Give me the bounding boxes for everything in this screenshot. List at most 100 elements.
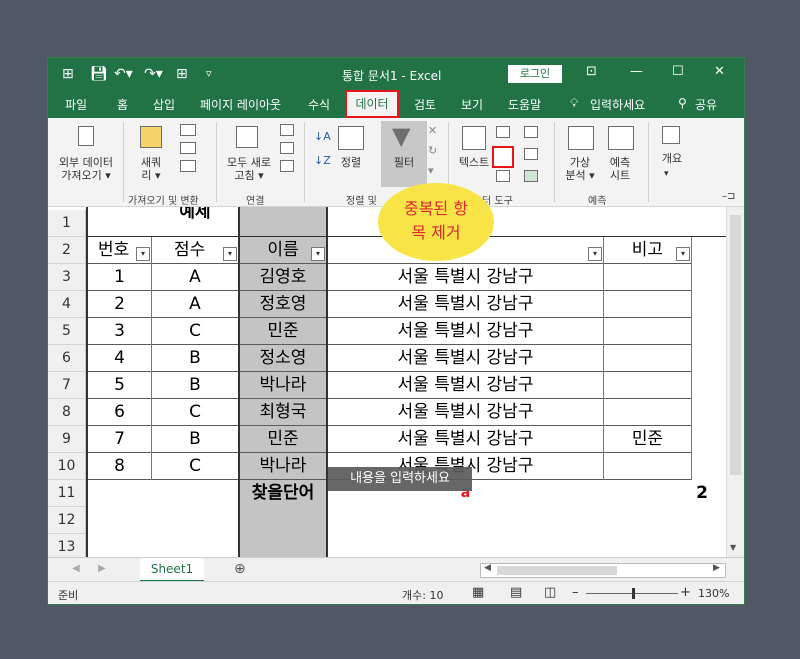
table-cell[interactable]: 민준 <box>240 426 326 453</box>
row-header-10[interactable]: 10 <box>48 453 86 480</box>
table-cell[interactable] <box>604 264 691 291</box>
add-sheet-icon[interactable]: ⊕ <box>234 561 246 577</box>
table-cell[interactable]: 서울 특별시 강남구 <box>328 399 603 426</box>
redo-icon[interactable]: ↷▾ <box>144 66 163 82</box>
table-cell[interactable]: 2 <box>88 291 151 318</box>
text-to-columns-button[interactable]: 텍스트 <box>456 156 492 169</box>
table-cell[interactable]: 1 <box>88 264 151 291</box>
outline-button[interactable]: 개요 <box>656 152 688 165</box>
manage-data-model-icon[interactable] <box>524 170 538 182</box>
new-query-button[interactable]: 새쿼 리 ▾ <box>136 156 166 182</box>
qat-customize-icon[interactable]: ▿ <box>206 67 212 80</box>
share-button[interactable]: 공유 <box>695 96 717 113</box>
table-cell[interactable]: A <box>152 291 238 318</box>
sort-za-icon[interactable]: ↓Z <box>314 154 331 167</box>
relationships-icon[interactable] <box>524 148 538 160</box>
sheet-next-icon[interactable]: ▶ <box>98 563 106 574</box>
count-result-cell[interactable]: 2 <box>604 480 726 507</box>
table-cell[interactable]: 정호영 <box>240 291 326 318</box>
flash-fill-icon[interactable] <box>496 126 510 138</box>
row-header-5[interactable]: 5 <box>48 318 86 345</box>
table-cell[interactable]: C <box>152 318 238 345</box>
minimize-button[interactable]: — <box>630 64 643 79</box>
tab-formulas[interactable]: 수식 <box>308 96 330 113</box>
table-cell[interactable]: B <box>152 345 238 372</box>
from-table-icon[interactable] <box>180 142 196 154</box>
tab-help[interactable]: 도움말 <box>508 96 541 113</box>
search-word-label[interactable]: 찾을단어 <box>240 480 326 507</box>
table-cell[interactable]: 서울 특별시 강남구 <box>328 264 603 291</box>
row-header-4[interactable]: 4 <box>48 291 86 318</box>
filter-dropdown-icon[interactable]: ▾ <box>676 247 690 261</box>
properties-icon[interactable] <box>280 142 294 154</box>
zoom-out-icon[interactable]: – <box>572 585 579 600</box>
recent-sources-icon[interactable] <box>180 160 196 172</box>
table-cell[interactable]: 민준 <box>240 318 326 345</box>
table-cell[interactable]: 3 <box>88 318 151 345</box>
table-cell[interactable]: C <box>152 399 238 426</box>
table-cell[interactable] <box>604 345 691 372</box>
row-header-11[interactable]: 11 <box>48 480 86 507</box>
tab-page-layout[interactable]: 페이지 레이아웃 <box>200 96 281 113</box>
zoom-slider-thumb[interactable] <box>632 588 635 599</box>
horizontal-scrollbar[interactable]: ◀ ▶ <box>480 563 726 578</box>
forecast-sheet-button[interactable]: 예측 시트 <box>604 156 636 182</box>
consolidate-icon[interactable] <box>524 126 538 138</box>
table-cell[interactable]: 서울 특별시 강남구 <box>328 291 603 318</box>
sheet-tab-sheet1[interactable]: Sheet1 <box>140 558 204 582</box>
row-header-3[interactable]: 3 <box>48 264 86 291</box>
tell-me-input[interactable]: 입력하세요 <box>590 96 645 113</box>
table-cell[interactable]: B <box>152 426 238 453</box>
tab-insert[interactable]: 삽입 <box>153 96 175 113</box>
close-button[interactable]: ✕ <box>714 64 725 79</box>
filter-dropdown-icon[interactable]: ▾ <box>588 247 602 261</box>
table-cell[interactable] <box>604 318 691 345</box>
page-break-view-icon[interactable]: ◫ <box>544 585 556 600</box>
row-header-12[interactable]: 12 <box>48 507 86 534</box>
table-cell[interactable]: 김영호 <box>240 264 326 291</box>
filter-dropdown-icon[interactable]: ▾ <box>136 247 150 261</box>
what-if-analysis-button[interactable]: 가상 분석 ▾ <box>562 156 598 182</box>
table-cell[interactable]: C <box>152 453 238 480</box>
row-header-8[interactable]: 8 <box>48 399 86 426</box>
table-cell[interactable]: B <box>152 372 238 399</box>
table-cell[interactable]: A <box>152 264 238 291</box>
table-cell[interactable]: 박나라 <box>240 453 326 480</box>
scroll-left-icon[interactable]: ◀ <box>484 563 491 573</box>
get-external-data-button[interactable]: 외부 데이터 가져오기 ▾ <box>54 156 118 182</box>
row-header-6[interactable]: 6 <box>48 345 86 372</box>
table-cell[interactable]: 8 <box>88 453 151 480</box>
table-cell[interactable]: 5 <box>88 372 151 399</box>
row-header-2[interactable]: 2 <box>48 237 86 264</box>
show-queries-icon[interactable] <box>180 124 196 136</box>
pin-ribbon-icon[interactable]: –⊐ <box>722 190 735 203</box>
tab-view[interactable]: 보기 <box>461 96 483 113</box>
table-cell[interactable] <box>604 372 691 399</box>
vertical-scrollbar[interactable]: ▼ <box>726 207 744 557</box>
remove-duplicates-icon[interactable] <box>492 146 514 168</box>
worksheet-grid[interactable]: 1 2 3 4 5 6 7 8 9 10 11 12 13 예제 번호 ▾ 점수… <box>48 207 744 557</box>
ribbon-display-icon[interactable]: ⊡ <box>586 64 597 79</box>
table-cell[interactable]: 박나라 <box>240 372 326 399</box>
filter-dropdown-icon[interactable]: ▾ <box>223 247 237 261</box>
clear-filter-icon[interactable]: ✕ <box>428 124 437 137</box>
login-button[interactable]: 로그인 <box>508 65 562 83</box>
filter-dropdown-icon[interactable]: ▾ <box>311 247 325 261</box>
tab-review[interactable]: 검토 <box>414 96 436 113</box>
row-header-1[interactable]: 1 <box>48 210 86 237</box>
table-cell[interactable]: 서울 특별시 강남구 <box>328 426 603 453</box>
scroll-thumb[interactable] <box>497 566 617 575</box>
edit-links-icon[interactable] <box>280 160 294 172</box>
row-header-13[interactable]: 13 <box>48 534 86 557</box>
outline-dropdown-icon[interactable]: ▾ <box>664 168 669 181</box>
table-icon[interactable]: ⊞ <box>176 66 188 82</box>
data-validation-icon[interactable] <box>496 170 510 182</box>
normal-view-icon[interactable]: ▦ <box>472 585 484 600</box>
connections-icon[interactable] <box>280 124 294 136</box>
tab-file[interactable]: 파일 <box>65 96 87 113</box>
table-cell[interactable] <box>604 399 691 426</box>
table-cell[interactable]: 서울 특별시 강남구 <box>328 318 603 345</box>
row-header-7[interactable]: 7 <box>48 372 86 399</box>
table-cell[interactable]: 7 <box>88 426 151 453</box>
table-cell[interactable]: 최형국 <box>240 399 326 426</box>
